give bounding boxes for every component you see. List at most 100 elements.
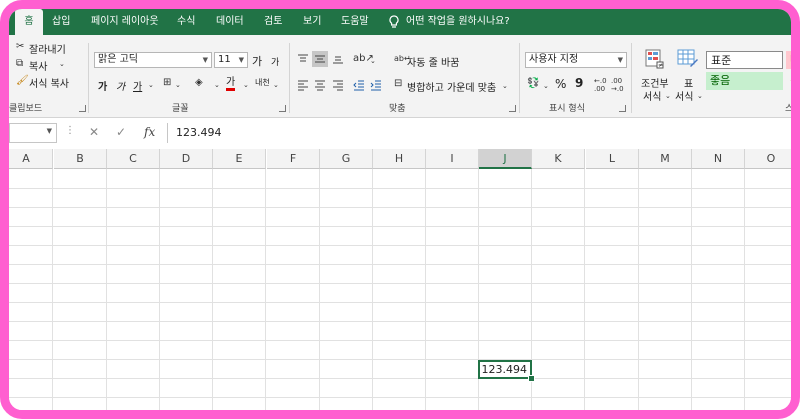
column-header-g[interactable]: G (320, 149, 373, 169)
tell-me-search[interactable]: 어떤 작업을 원하시나요? (406, 9, 510, 35)
chevron-down-icon[interactable]: ⌄ (370, 55, 376, 67)
worksheet-grid[interactable]: ABCDEFGHIJKLMNO 123.494 (9, 149, 791, 410)
grid-column-line (744, 169, 745, 410)
chevron-down-icon[interactable]: ⌄ (543, 80, 549, 92)
format-painter-button[interactable]: 서식 복사 (29, 75, 69, 90)
shrink-font-button[interactable]: 가 (271, 55, 279, 68)
chevron-down-icon[interactable]: ⌄ (214, 79, 220, 91)
ribbon-separator (519, 43, 520, 113)
align-bottom-icon[interactable] (332, 53, 344, 65)
column-header-f[interactable]: F (267, 149, 320, 169)
grid-column-line (106, 169, 107, 410)
grid-column-line (691, 169, 692, 410)
column-header-j[interactable]: J (479, 149, 532, 169)
chevron-down-icon[interactable]: ⌄ (665, 90, 671, 102)
insert-function-button[interactable]: fx (144, 125, 155, 139)
chevron-down-icon[interactable]: ⌄ (273, 79, 279, 91)
column-header-a[interactable]: A (9, 149, 53, 169)
fill-handle[interactable] (528, 375, 535, 382)
phonetic-button[interactable]: 내천 (255, 77, 270, 88)
enter-check-icon[interactable]: ✓ (116, 125, 126, 139)
underline-button[interactable]: 가 (133, 78, 142, 93)
cell-style-warning[interactable]: 경 (786, 72, 791, 90)
align-right-icon[interactable] (332, 79, 344, 91)
column-header-l[interactable]: L (586, 149, 639, 169)
grid-row-line (9, 264, 791, 265)
italic-button[interactable]: 가 (116, 78, 125, 93)
cell-style-normal[interactable]: 표준 (706, 51, 783, 69)
increase-decimal-icon[interactable]: ←.0.00 (594, 77, 607, 93)
column-header-d[interactable]: D (160, 149, 213, 169)
merge-center-icon: ⊟ (394, 78, 403, 89)
formula-input[interactable]: 123.494 (167, 123, 791, 143)
font-size-combo[interactable]: 11 ▼ (214, 52, 248, 68)
cell-style-good[interactable]: 좋음 (706, 72, 783, 90)
grow-font-button[interactable]: 가 (252, 53, 262, 69)
grid-column-line (584, 169, 585, 410)
fill-color-icon[interactable]: ◈ (195, 77, 203, 89)
column-header-k[interactable]: K (532, 149, 585, 169)
active-cell[interactable]: 123.494 (478, 360, 532, 379)
merge-center-button[interactable]: 병합하고 가운데 맞춤 (407, 79, 496, 94)
bold-button[interactable]: 가 (98, 78, 107, 93)
column-header-c[interactable]: C (107, 149, 160, 169)
column-header-o[interactable]: O (745, 149, 791, 169)
align-middle-icon[interactable] (314, 53, 326, 65)
cut-button[interactable]: 잘라내기 (29, 41, 66, 56)
align-center-icon[interactable] (314, 79, 326, 91)
tab-review[interactable]: 검토 (264, 9, 282, 35)
chevron-down-icon[interactable]: ⌄ (59, 58, 65, 70)
increase-indent-icon[interactable] (370, 79, 382, 91)
scissors-icon: ✂ (16, 41, 25, 52)
alignment-launcher[interactable] (509, 105, 516, 112)
column-header-b[interactable]: B (54, 149, 107, 169)
tab-home[interactable]: 홈 (15, 9, 43, 35)
tab-page-layout[interactable]: 페이지 레이아웃 (91, 9, 159, 35)
name-box[interactable]: ▼ (9, 123, 57, 143)
format-as-table-button-line2[interactable]: 서식 (675, 88, 693, 103)
chevron-down-icon[interactable]: ▼ (203, 53, 208, 67)
font-name-combo[interactable]: 맑은 고딕 ▼ (94, 52, 212, 68)
percent-style-button[interactable]: % (555, 77, 566, 91)
tab-view[interactable]: 보기 (303, 9, 321, 35)
chevron-down-icon[interactable]: ▼ (47, 127, 52, 135)
column-header-e[interactable]: E (213, 149, 266, 169)
cell-style-bad[interactable]: 나 (786, 51, 791, 69)
column-header-i[interactable]: I (426, 149, 479, 169)
clipboard-launcher[interactable] (79, 105, 86, 112)
grid-row-line (9, 226, 791, 227)
chevron-down-icon[interactable]: ⌄ (502, 80, 508, 92)
tab-help[interactable]: 도움말 (341, 9, 369, 35)
font-launcher[interactable] (279, 105, 286, 112)
column-header-h[interactable]: H (373, 149, 426, 169)
align-top-icon[interactable] (297, 53, 309, 65)
tab-formulas[interactable]: 수식 (177, 9, 195, 35)
chevron-down-icon[interactable]: ⌄ (243, 79, 249, 91)
cancel-icon[interactable]: ✕ (89, 125, 99, 139)
currency-format-icon[interactable]: 💱 (527, 78, 539, 90)
comma-style-button[interactable]: 9 (575, 76, 583, 90)
decrease-decimal-icon[interactable]: .00 →.0 (611, 77, 624, 93)
conditional-formatting-icon: ≠ (645, 49, 664, 69)
wrap-text-button[interactable]: 자동 줄 바꿈 (407, 54, 459, 69)
font-color-button[interactable]: 가 (226, 77, 236, 91)
chevron-down-icon[interactable]: ⌄ (697, 90, 703, 102)
borders-icon[interactable]: ⊞ (163, 77, 171, 89)
group-label-font: 글꼴 (172, 104, 189, 114)
svg-text:≠: ≠ (658, 62, 663, 69)
column-header-n[interactable]: N (692, 149, 745, 169)
chevron-down-icon[interactable]: ▼ (239, 53, 244, 67)
chevron-down-icon[interactable]: ⌄ (148, 79, 154, 91)
chevron-down-icon[interactable]: ▼ (618, 53, 623, 67)
chevron-down-icon[interactable]: ⌄ (175, 79, 181, 91)
copy-icon: ⧉ (16, 58, 24, 69)
align-left-icon[interactable] (297, 79, 309, 91)
conditional-formatting-button-line2[interactable]: 서식 (643, 88, 661, 103)
copy-button[interactable]: 복사 (29, 58, 47, 73)
tab-insert[interactable]: 삽입 (52, 9, 70, 35)
decrease-indent-icon[interactable] (353, 79, 365, 91)
tab-data[interactable]: 데이터 (216, 9, 244, 35)
column-header-m[interactable]: M (639, 149, 692, 169)
number-format-combo[interactable]: 사용자 지정 ▼ (525, 52, 627, 68)
number-launcher[interactable] (619, 105, 626, 112)
